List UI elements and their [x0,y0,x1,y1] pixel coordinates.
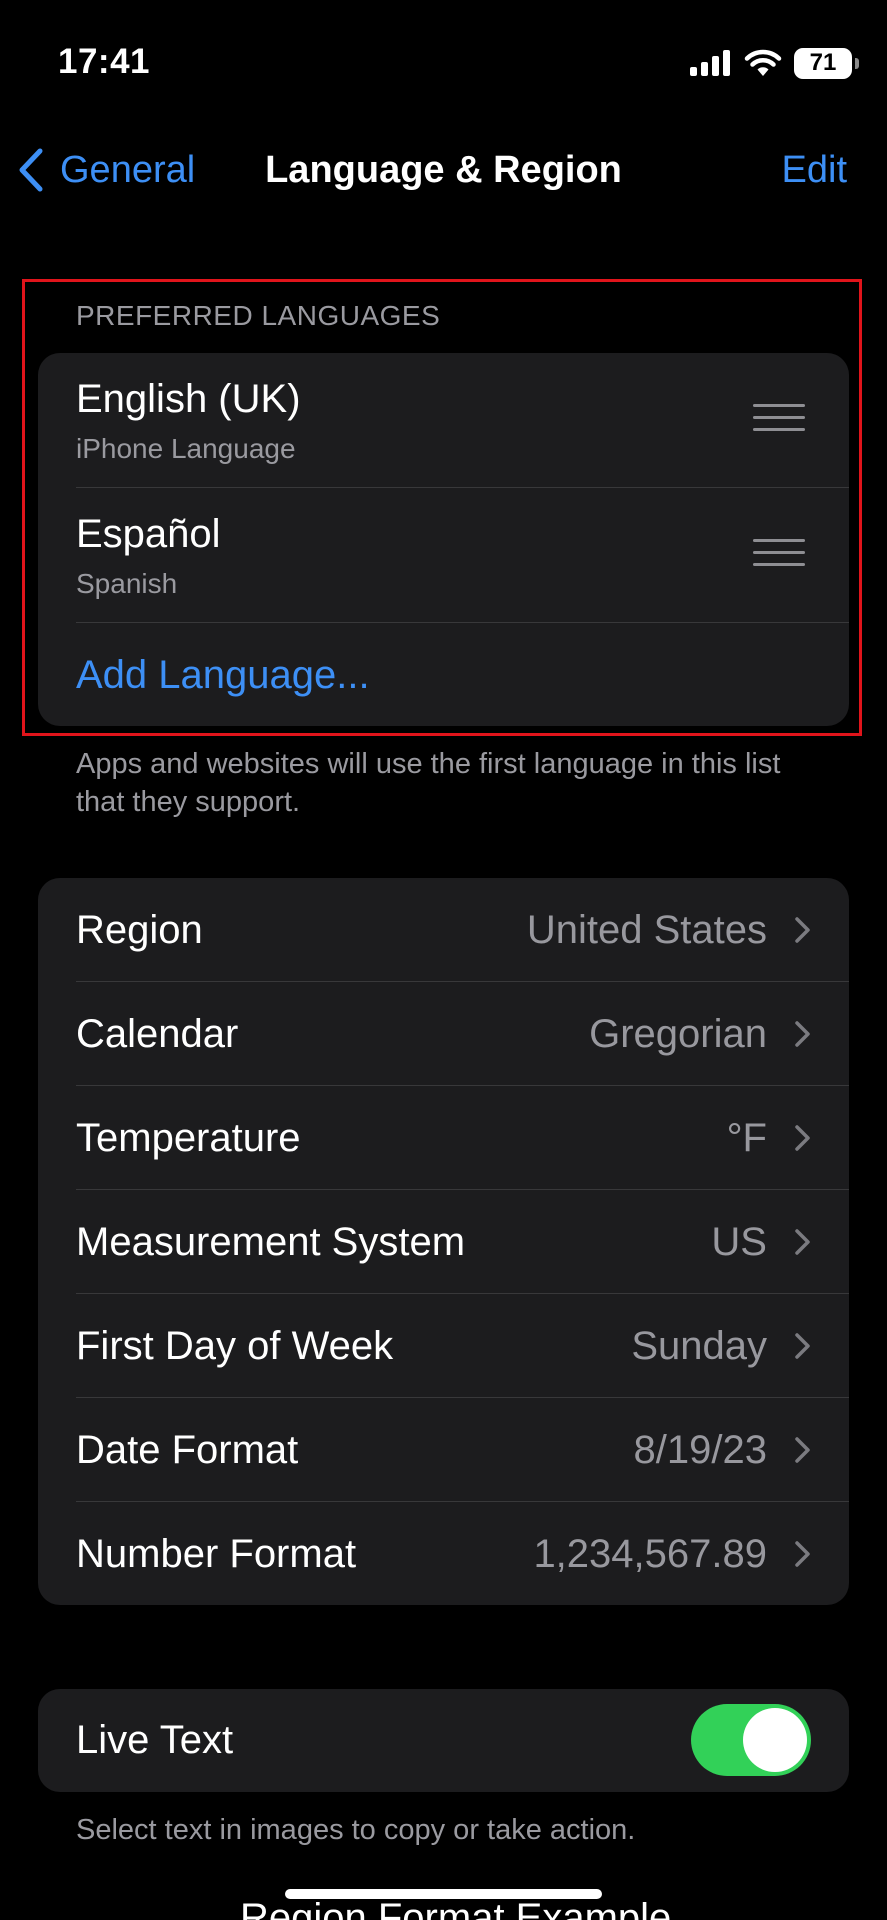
settings-row-region[interactable]: Region United States [38,878,849,982]
row-label: Number Format [76,1532,357,1576]
home-indicator [285,1889,602,1899]
live-text-card: Live Text [38,1689,849,1792]
row-label: First Day of Week [76,1324,394,1368]
row-label: Measurement System [76,1220,466,1264]
battery-level: 71 [809,49,837,76]
settings-row-first-day-of-week[interactable]: First Day of Week Sunday [38,1294,849,1398]
row-value: Sunday [631,1324,767,1368]
chevron-right-icon [795,1333,810,1359]
row-value: US [711,1220,767,1264]
chevron-right-icon [795,1021,810,1047]
drag-handle-icon[interactable] [753,404,805,434]
language-row-spanish[interactable]: Español Spanish [38,488,849,623]
languages-footnote: Apps and websites will use the first lan… [76,748,781,818]
chevron-right-icon [795,917,810,943]
row-label: Live Text [76,1718,234,1762]
settings-row-date-format[interactable]: Date Format 8/19/23 [38,1398,849,1502]
chevron-right-icon [795,1541,810,1567]
chevron-right-icon [795,1125,810,1151]
language-subtitle: Spanish [76,568,178,599]
chevron-right-icon [795,1437,810,1463]
language-name: English (UK) [76,377,301,421]
battery-nub [855,57,859,69]
cellular-signal-icon [690,50,730,76]
preferred-languages-card: English (UK) iPhone Language Español Spa… [38,353,849,726]
settings-row-number-format[interactable]: Number Format 1,234,567.89 [38,1502,849,1605]
row-value: 1,234,567.89 [533,1532,767,1576]
region-format-example-header: Region Format Example [240,1898,672,1920]
edit-button[interactable]: Edit [782,142,847,198]
live-text-footnote: Select text in images to copy or take ac… [76,1814,636,1846]
language-subtitle: iPhone Language [76,433,296,464]
battery-icon: 71 [794,47,852,79]
toggle-knob [743,1708,807,1772]
live-text-toggle[interactable] [691,1704,811,1776]
add-language-button[interactable]: Add Language... [38,623,849,726]
settings-row-measurement-system[interactable]: Measurement System US [38,1190,849,1294]
wifi-icon [744,49,782,76]
row-value: Gregorian [589,1012,767,1056]
row-label: Calendar [76,1012,239,1056]
row-value: °F [726,1116,767,1160]
section-header-preferred-languages: PREFERRED LANGUAGES [76,300,441,331]
row-value: 8/19/23 [633,1428,767,1472]
language-row-english[interactable]: English (UK) iPhone Language [38,353,849,488]
row-value: United States [526,908,767,952]
chevron-right-icon [795,1229,810,1255]
settings-row-live-text: Live Text [38,1689,849,1792]
drag-handle-icon[interactable] [753,539,805,569]
status-icons: 71 [690,46,859,80]
settings-row-temperature[interactable]: Temperature °F [38,1086,849,1190]
divider [76,622,849,623]
region-settings-card: Region United States Calendar Gregorian … [38,878,849,1605]
row-label: Date Format [76,1428,299,1472]
page-title: Language & Region [265,149,622,191]
settings-row-calendar[interactable]: Calendar Gregorian [38,982,849,1086]
row-label: Region [76,908,203,952]
row-label: Temperature [76,1116,301,1160]
status-time: 17:41 [58,42,151,81]
language-name: Español [76,512,221,556]
